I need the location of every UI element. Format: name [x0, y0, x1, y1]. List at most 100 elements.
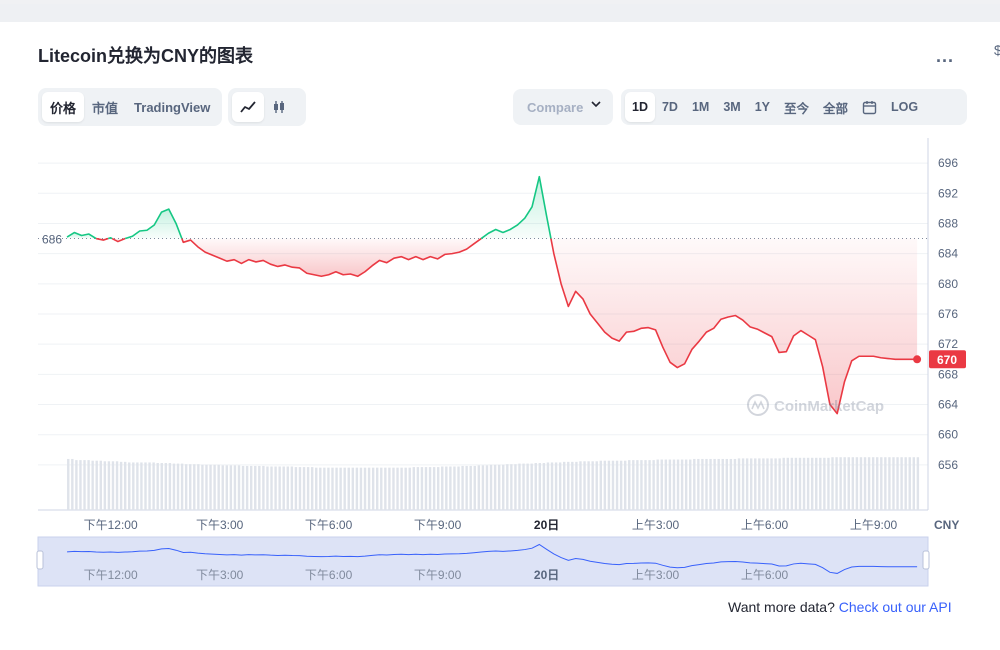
volume-bar — [762, 458, 765, 510]
volume-bar — [323, 467, 326, 510]
volume-bar — [103, 461, 107, 510]
volume-bar — [823, 457, 826, 510]
volume-bar — [571, 461, 574, 510]
volume-bar — [302, 467, 306, 510]
volume-bar — [388, 467, 391, 510]
volume-bar — [457, 466, 460, 510]
volume-bar — [392, 467, 395, 510]
volume-bar — [892, 457, 895, 510]
volume-bar — [554, 462, 558, 510]
volume-bar — [489, 464, 493, 510]
volume-bar — [819, 457, 822, 510]
volume-bar — [575, 461, 578, 510]
volume-bar — [310, 467, 314, 510]
volume-bar — [339, 467, 342, 510]
navigator-background — [38, 537, 928, 586]
volume-bar — [79, 460, 82, 510]
x-tick-label: 下午6:00 — [305, 518, 353, 532]
volume-bar — [827, 457, 830, 510]
volume-bar — [351, 467, 355, 510]
volume-bar — [119, 461, 123, 510]
y-tick-label: 676 — [938, 307, 958, 321]
currency-axis-label: CNY — [934, 518, 959, 532]
volume-bar — [770, 458, 773, 510]
volume-bar — [684, 459, 688, 510]
current-price-dot — [913, 355, 922, 364]
volume-bar — [904, 457, 907, 510]
volume-bar — [689, 459, 692, 510]
volume-bar — [298, 467, 302, 510]
price-area-down — [181, 238, 482, 277]
y-tick-label: 684 — [938, 247, 958, 261]
volume-bar — [217, 464, 220, 510]
volume-bar — [436, 467, 440, 510]
volume-bar — [225, 465, 229, 510]
volume-bar — [766, 458, 769, 510]
volume-bar — [123, 461, 127, 510]
volume-bar — [363, 467, 367, 510]
current-price-label: 670 — [937, 353, 957, 367]
volume-bar — [835, 457, 838, 510]
volume-bar — [481, 465, 485, 510]
volume-bar — [428, 467, 432, 510]
volume-bar — [697, 458, 700, 510]
navigator-tick-label: 下午3:00 — [196, 568, 244, 582]
x-tick-label: 20日 — [534, 518, 559, 532]
volume-bar — [701, 458, 704, 510]
volume-bar — [168, 463, 172, 510]
volume-bar — [376, 467, 379, 510]
volume-bar — [672, 459, 676, 510]
volume-bar — [782, 457, 785, 510]
volume-bar — [201, 464, 204, 510]
volume-bar — [71, 458, 74, 510]
volume-bar — [546, 462, 550, 510]
volume-bar — [542, 463, 546, 510]
navigator-tick-label: 上午6:00 — [741, 568, 789, 582]
volume-bar — [465, 465, 468, 510]
volume-bar — [420, 467, 424, 510]
volume-bar — [502, 464, 505, 510]
volume-bar — [668, 459, 672, 510]
volume-bar — [579, 461, 582, 510]
volume-bar — [164, 463, 168, 510]
volume-bar — [900, 457, 903, 510]
volume-bar — [355, 467, 359, 510]
y-tick-label: 672 — [938, 337, 958, 351]
price-chart[interactable]: 696 692 688 684 680 676 672 668 664 660 656 686 670 C… — [0, 0, 1000, 650]
volume-bar — [859, 457, 863, 510]
volume-bar — [745, 458, 749, 510]
volume-bar — [721, 458, 724, 510]
volume-bar — [567, 461, 570, 510]
volume-bar — [518, 463, 521, 510]
volume-bar — [916, 457, 920, 510]
volume-bar — [611, 460, 615, 510]
volume-bar — [534, 463, 537, 510]
volume-bar — [880, 457, 883, 510]
y-tick-label: 688 — [938, 216, 958, 230]
volume-bar — [213, 464, 216, 510]
volume-bar — [778, 458, 781, 510]
volume-bar — [156, 463, 159, 510]
volume-bar — [563, 461, 566, 510]
volume-bar — [262, 465, 265, 510]
x-tick-label: 上午9:00 — [850, 518, 898, 532]
volume-bar — [477, 465, 481, 510]
volume-bar — [412, 467, 415, 510]
volume-bar — [591, 461, 594, 510]
volume-bar — [274, 466, 277, 510]
volume-bar — [851, 457, 855, 510]
volume-bar — [607, 460, 611, 510]
volume-bar — [189, 464, 192, 510]
volume-bar — [758, 458, 761, 510]
volume-bar — [87, 460, 90, 510]
navigator-tick-label: 下午6:00 — [305, 568, 353, 582]
volume-bar — [522, 463, 525, 510]
volume-bar — [660, 459, 663, 510]
volume-bar — [254, 465, 257, 510]
volume-bar — [705, 458, 708, 510]
volume-bar — [538, 463, 542, 510]
volume-bar — [270, 466, 273, 510]
y-tick-label: 656 — [938, 458, 958, 472]
y-tick-label: 696 — [938, 156, 958, 170]
volume-bar — [432, 467, 436, 510]
